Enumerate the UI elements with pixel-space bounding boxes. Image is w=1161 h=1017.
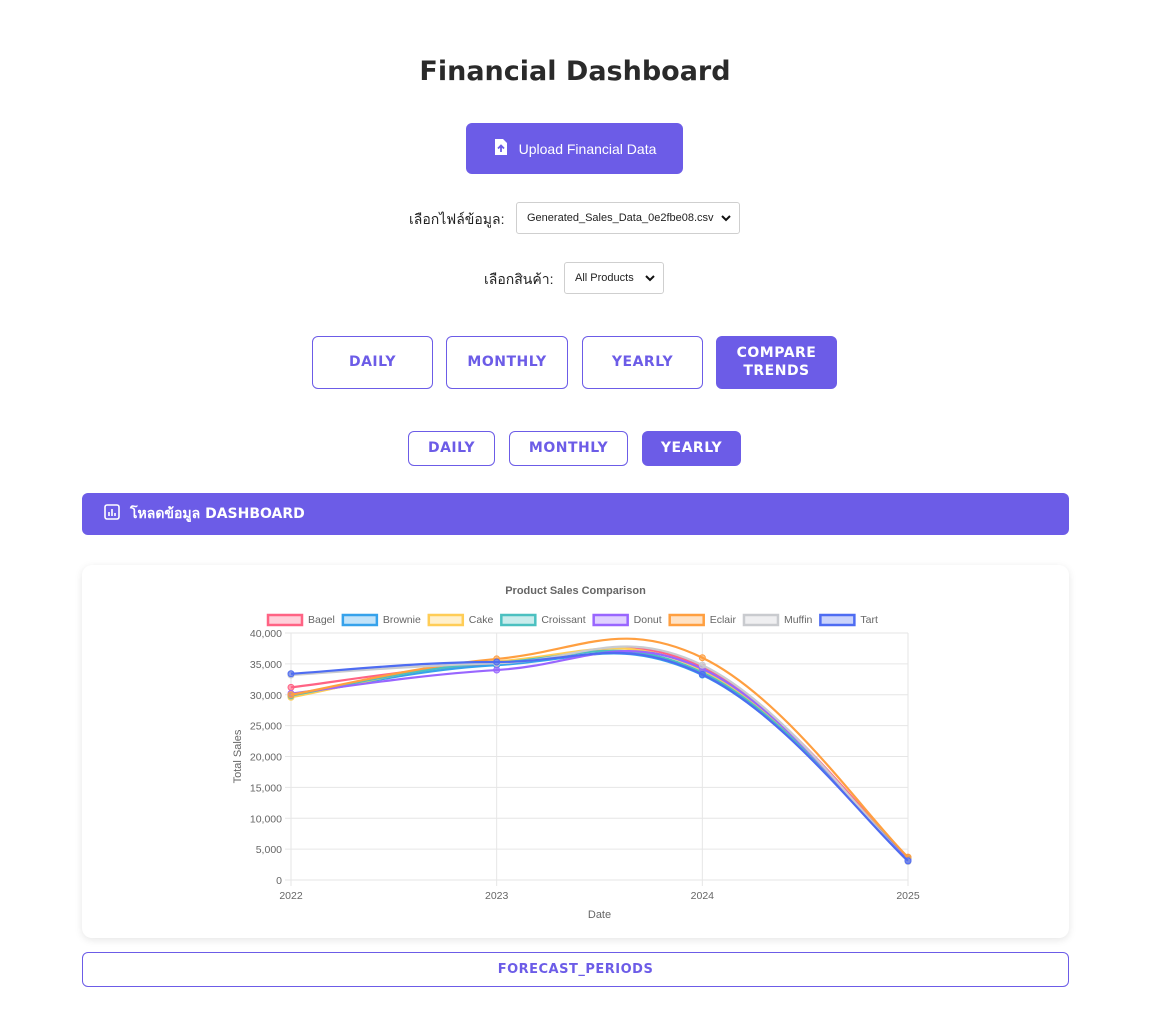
data-point-bagel (287, 683, 295, 691)
period-tab-daily[interactable]: DAILY (408, 431, 495, 466)
y-axis-label: Total Sales (232, 729, 244, 783)
legend-swatch (266, 613, 304, 627)
legend-swatch (819, 613, 856, 627)
legend-label: Croissant (541, 614, 585, 626)
view-tab-daily[interactable]: DAILY (312, 336, 433, 389)
legend-swatch (742, 613, 780, 627)
data-point-tart (904, 857, 912, 865)
load-dashboard-label: โหลดข้อมูล DASHBOARD (130, 506, 305, 522)
data-point-donut (493, 666, 501, 674)
chart-title: Product Sales Comparison (505, 585, 646, 597)
load-dashboard-bar[interactable]: โหลดข้อมูล DASHBOARD (82, 493, 1069, 535)
legend-swatch (427, 613, 465, 627)
data-point-tart (698, 670, 706, 678)
data-point-tart (493, 658, 501, 666)
data-point-muffin (698, 661, 706, 669)
page-title: Financial Dashboard (419, 56, 731, 87)
legend-label: Donut (634, 614, 662, 626)
legend-swatch (500, 613, 537, 627)
upload-financial-data-button[interactable]: Upload Financial Data (466, 123, 683, 174)
y-tick-label: 10,000 (250, 813, 282, 825)
period-tab-yearly[interactable]: YEARLY (642, 431, 741, 466)
legend-label: Muffin (784, 614, 813, 626)
view-tab-monthly[interactable]: MONTHLY (446, 336, 568, 389)
period-tab-monthly[interactable]: MONTHLY (509, 431, 628, 466)
legend-label: Bagel (308, 614, 335, 626)
x-tick-label: 2024 (691, 890, 715, 902)
chevron-down-icon (644, 272, 656, 284)
y-tick-label: 20,000 (250, 752, 282, 764)
view-tab-compare-trends[interactable]: COMPARE TRENDS (716, 336, 837, 389)
y-tick-label: 0 (276, 875, 282, 887)
y-tick-label: 40,000 (250, 628, 282, 640)
x-tick-label: 2025 (896, 890, 920, 902)
legend-label: Brownie (383, 614, 421, 626)
product-select-label: เลือกสินค้า: (484, 271, 554, 287)
x-axis-label: Date (588, 909, 611, 921)
x-tick-label: 2022 (279, 890, 303, 902)
legend-swatch (341, 613, 379, 627)
data-point-eclair (698, 654, 706, 662)
legend-label: Eclair (710, 614, 737, 626)
y-tick-label: 25,000 (250, 721, 282, 733)
file-upload-icon (493, 138, 509, 159)
data-point-eclair (287, 691, 295, 699)
legend-label: Tart (860, 614, 878, 626)
file-select[interactable]: Generated_Sales_Data_0e2fbe08.csv (516, 202, 740, 234)
sales-comparison-chart: Product Sales Comparison 0 5,000 10,000 15,0… (232, 585, 920, 921)
data-point-tart (287, 670, 295, 678)
file-select-label: เลือกไฟล์ข้อมูล: (409, 211, 505, 227)
series-line-donut (290, 650, 909, 862)
view-tab-yearly[interactable]: YEARLY (582, 336, 703, 389)
y-tick-label: 15,000 (250, 782, 282, 794)
upload-button-label: Upload Financial Data (518, 140, 657, 157)
x-tick-label: 2023 (485, 890, 509, 902)
y-tick-label: 5,000 (256, 844, 282, 856)
product-select-value: All Products (575, 272, 634, 284)
file-select-value: Generated_Sales_Data_0e2fbe08.csv (527, 212, 714, 224)
legend-swatch (592, 613, 629, 627)
forecast-periods-button[interactable]: FORECAST_PERIODS (82, 952, 1069, 987)
chart-icon (104, 504, 120, 524)
series-line-eclair (290, 637, 909, 858)
legend-swatch (668, 613, 705, 627)
product-select[interactable]: All Products (564, 262, 664, 294)
chevron-down-icon (720, 212, 732, 224)
legend-label: Cake (469, 614, 494, 626)
y-tick-label: 30,000 (250, 690, 282, 702)
y-tick-label: 35,000 (250, 659, 282, 671)
chart-card: Product Sales Comparison 0 5,000 10,000 15,0… (82, 565, 1069, 938)
